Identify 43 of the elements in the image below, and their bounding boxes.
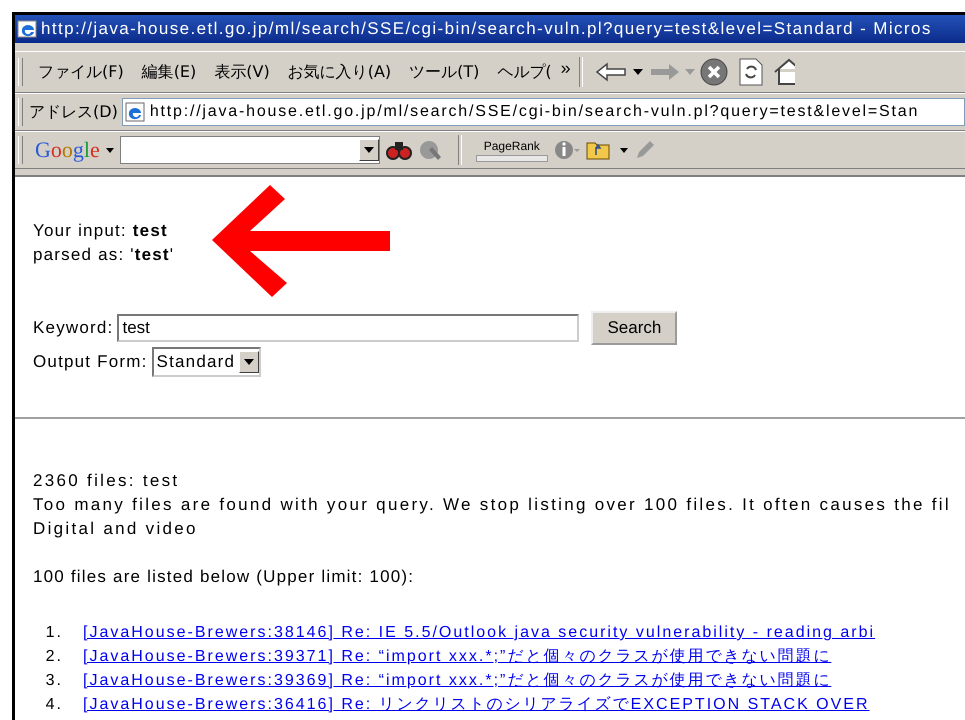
menu-item[interactable]: ファイル(F) (29, 58, 133, 86)
result-number: 4. (44, 695, 64, 715)
result-number: 1. (44, 623, 64, 643)
parsed-text: parsed as: 'test' (33, 244, 176, 266)
browser-icon (17, 19, 37, 39)
menu-item[interactable]: ヘルプ( (488, 58, 561, 86)
keyword-field[interactable]: test (117, 314, 580, 342)
info-icon[interactable] (554, 139, 580, 161)
summary-text: 2360 files: test (33, 470, 180, 492)
caret-icon[interactable] (106, 148, 114, 152)
google-logo[interactable]: Google (35, 137, 100, 163)
result-link[interactable]: [JavaHouse-Brewers:39369] Re: “import xxx.*;”だと個々のクラスが使用できない問題に (83, 669, 832, 693)
google-search-field[interactable] (120, 136, 380, 164)
result-number: 2. (44, 647, 64, 667)
caret-icon[interactable] (244, 359, 254, 365)
address-field[interactable]: http://java-house.etl.go.jp/ml/search/SSE/cgi-bin/search-vuln.pl?query=test&level=Stan (122, 98, 965, 126)
output-form-select[interactable]: Standard (152, 347, 262, 377)
search-button[interactable]: Search (591, 311, 678, 345)
result-link[interactable]: [JavaHouse-Brewers:38146] Re: IE 5.5/Outlook java security vulnerability - reading arbi (83, 621, 876, 645)
keyword-label: Keyword: (33, 318, 114, 338)
page-icon (124, 102, 145, 122)
window-title: http://java-house.etl.go.jp/ml/search/SSE/cgi-bin/search-vuln.pl?query=test&level=Standard - Micros (41, 19, 932, 39)
pagerank-meter[interactable]: PageRank (476, 138, 548, 162)
result-link[interactable]: [JavaHouse-Brewers:36416] Re: リンクリストのシリアライズでEXCEPTION STACK OVER (83, 693, 870, 717)
output-form-label: Output Form: (33, 352, 148, 372)
menu-item[interactable]: お気に入り(A) (278, 58, 400, 86)
result-link[interactable]: [JavaHouse-Brewers:39371] Re: “import xxx.*;”だと個々のクラスが使用できない問題に (83, 645, 832, 669)
summary-text: Digital and video (33, 518, 199, 540)
menu-item[interactable]: 表示(V) (205, 58, 279, 86)
address-label: アドレス(D) (29, 102, 118, 122)
menu-item[interactable]: ツール(T) (400, 58, 488, 86)
caret-icon[interactable] (620, 148, 628, 152)
menu-overflow[interactable]: » (560, 58, 571, 78)
listed-note: 100 files are listed below (Upper limit: 100): (33, 566, 416, 588)
url-text: http://java-house.etl.go.jp/ml/search/SSE/cgi-bin/search-vuln.pl?query=test&level=Stan (150, 103, 920, 121)
menu-item[interactable]: 編集(E) (132, 58, 206, 86)
summary-text: Too many files are found with your query. We stop listing over 100 files. It often causes the fil (33, 494, 952, 516)
binoculars-icon[interactable] (386, 139, 412, 161)
result-number: 3. (44, 671, 64, 691)
caret-icon[interactable] (364, 147, 374, 153)
caret-icon[interactable] (632, 69, 643, 75)
input-text: Your input: test (33, 220, 169, 242)
highlighter-icon[interactable] (418, 139, 444, 161)
